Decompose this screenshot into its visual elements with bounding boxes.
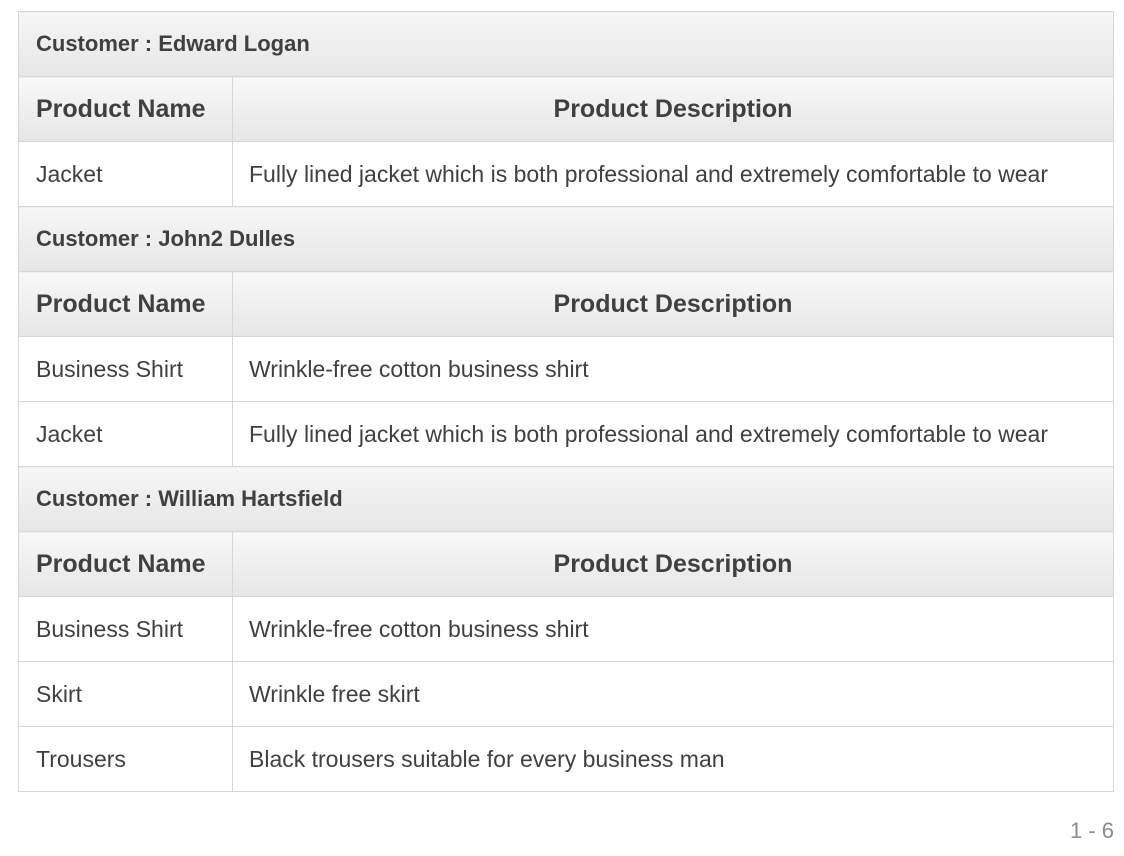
customer-label: Customer : William Hartsfield	[18, 466, 1114, 532]
product-description-cell: Wrinkle free skirt	[232, 661, 1114, 727]
table-row: Jacket Fully lined jacket which is both …	[18, 401, 1114, 467]
customer-label: Customer : John2 Dulles	[18, 206, 1114, 272]
report-table: Customer : Edward Logan Product Name Pro…	[18, 11, 1114, 792]
product-description-cell: Black trousers suitable for every busine…	[232, 726, 1114, 792]
product-description-cell: Fully lined jacket which is both profess…	[232, 141, 1114, 207]
product-name-cell: Skirt	[18, 661, 233, 727]
product-description-cell: Wrinkle-free cotton business shirt	[232, 336, 1114, 402]
table-row: Jacket Fully lined jacket which is both …	[18, 141, 1114, 207]
column-header-product-name: Product Name	[18, 271, 233, 337]
product-description-cell: Wrinkle-free cotton business shirt	[232, 596, 1114, 662]
column-header-product-name: Product Name	[18, 531, 233, 597]
pagination-range: 1 - 6	[1069, 818, 1114, 843]
customer-group-header: Customer : William Hartsfield	[18, 466, 1114, 532]
column-header-product-description: Product Description	[232, 271, 1114, 337]
product-name-cell: Trousers	[18, 726, 233, 792]
table-row: Trousers Black trousers suitable for eve…	[18, 726, 1114, 792]
column-header-row: Product Name Product Description	[18, 531, 1114, 597]
customer-group-header: Customer : Edward Logan	[18, 11, 1114, 77]
column-header-row: Product Name Product Description	[18, 76, 1114, 142]
product-description-cell: Fully lined jacket which is both profess…	[232, 401, 1114, 467]
table-row: Skirt Wrinkle free skirt	[18, 661, 1114, 727]
customer-label: Customer : Edward Logan	[18, 11, 1114, 77]
table-row: Business Shirt Wrinkle-free cotton busin…	[18, 596, 1114, 662]
column-header-product-description: Product Description	[232, 76, 1114, 142]
product-name-cell: Jacket	[18, 401, 233, 467]
product-name-cell: Business Shirt	[18, 336, 233, 402]
column-header-product-name: Product Name	[18, 76, 233, 142]
product-name-cell: Business Shirt	[18, 596, 233, 662]
table-row: Business Shirt Wrinkle-free cotton busin…	[18, 336, 1114, 402]
customer-group-header: Customer : John2 Dulles	[18, 206, 1114, 272]
column-header-product-description: Product Description	[232, 531, 1114, 597]
product-name-cell: Jacket	[18, 141, 233, 207]
column-header-row: Product Name Product Description	[18, 271, 1114, 337]
